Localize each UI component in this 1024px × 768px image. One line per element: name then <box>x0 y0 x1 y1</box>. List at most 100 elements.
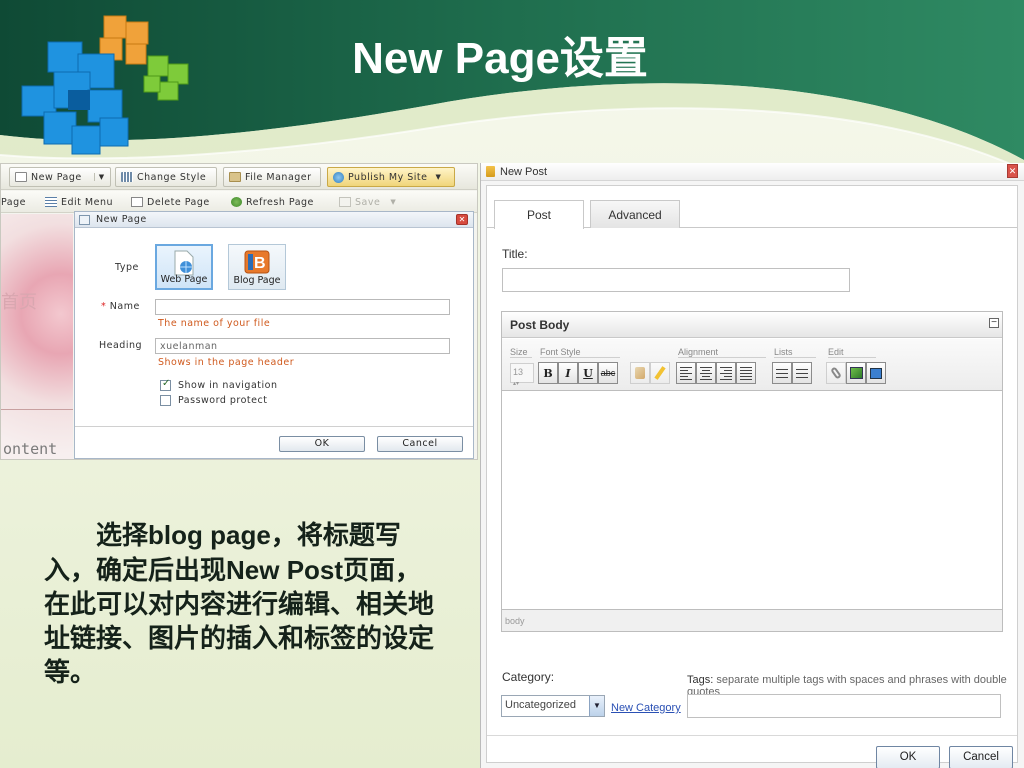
strikethrough-button[interactable]: abc <box>598 362 618 384</box>
tab-post[interactable]: Post <box>494 200 584 229</box>
chevron-down-icon: ▼ <box>390 198 397 206</box>
new-page-button[interactable]: New Page ▼ <box>9 167 111 187</box>
title-label: Title: <box>502 247 528 261</box>
menu-icon <box>45 197 57 207</box>
lists-group-label: Lists <box>774 347 816 358</box>
new-post-titlebar[interactable]: New Post <box>481 163 1024 181</box>
chevron-down-icon[interactable]: ▼ <box>589 696 604 716</box>
collapse-icon[interactable]: − <box>989 318 999 328</box>
blog-page-option[interactable]: B Blog Page <box>228 244 286 290</box>
highlight-button[interactable] <box>650 362 670 384</box>
cancel-button[interactable]: Cancel <box>377 436 463 452</box>
file-manager-button[interactable]: File Manager <box>223 167 321 187</box>
highlighter-icon <box>654 366 666 380</box>
numbered-list-button[interactable] <box>792 362 812 384</box>
slide-caption: 选择blog page，将标题写入，确定后出现New Post页面，在此可以对内… <box>44 520 435 688</box>
name-label: * Name <box>101 301 140 312</box>
font-size-select[interactable]: 13 ▴▾ <box>510 363 534 387</box>
new-page-screenshot: New Page ▼ Change Style File Manager Pub… <box>0 163 478 460</box>
close-icon[interactable]: ✕ <box>1007 164 1018 178</box>
folder-icon <box>229 172 241 182</box>
heading-hint: Shows in the page header <box>158 357 295 368</box>
new-page-icon <box>15 172 27 182</box>
underline-button[interactable]: U <box>578 362 598 384</box>
content-label: ontent <box>3 440 58 458</box>
editor-toolbar: Size Font Style Alignment Lists Edit 13 … <box>502 339 1002 391</box>
main-toolbar: New Page ▼ Change Style File Manager Pub… <box>1 164 477 190</box>
change-style-button[interactable]: Change Style <box>115 167 217 187</box>
bold-button[interactable]: B <box>538 362 558 384</box>
footer-divider <box>487 735 1017 736</box>
close-icon[interactable]: ✕ <box>456 214 468 225</box>
align-justify-button[interactable] <box>736 362 756 384</box>
align-left-icon <box>680 366 692 380</box>
image-icon <box>849 367 863 379</box>
insert-media-button[interactable] <box>866 362 886 384</box>
align-center-icon <box>700 366 712 380</box>
name-hint: The name of your file <box>158 318 271 329</box>
align-right-icon <box>720 366 732 380</box>
category-select[interactable]: Uncategorized ▼ <box>501 695 605 717</box>
save-icon <box>339 197 351 207</box>
editor-status-bar: body <box>502 609 1002 631</box>
delete-page-button[interactable]: Delete Page <box>131 193 210 211</box>
spinner-icon: ▴▾ <box>513 381 520 387</box>
italic-button[interactable]: I <box>558 362 578 384</box>
text-color-icon <box>635 367 645 379</box>
refresh-icon <box>231 197 242 207</box>
post-body-editor: Post Body − Size Font Style Alignment Li… <box>501 311 1003 632</box>
insert-image-button[interactable] <box>846 362 866 384</box>
page-preview-background: 首页 ontent <box>1 214 73 459</box>
window-title: New Post <box>500 165 548 178</box>
show-navigation-checkbox[interactable] <box>160 378 171 391</box>
page-menu-fragment[interactable]: Page <box>1 193 26 211</box>
ok-button[interactable]: OK <box>876 746 940 768</box>
web-page-option[interactable]: Web Page <box>155 244 213 290</box>
alignment-group-label: Alignment <box>678 347 766 358</box>
cancel-button[interactable]: Cancel <box>949 746 1013 768</box>
publish-site-button[interactable]: Publish My Site ▼ <box>327 167 455 187</box>
edit-menu-button[interactable]: Edit Menu <box>45 193 113 211</box>
tags-input[interactable] <box>687 694 1001 718</box>
insert-link-button[interactable] <box>826 362 846 384</box>
heading-input[interactable]: xuelanman <box>155 338 450 354</box>
heading-label: Heading <box>99 340 143 351</box>
document-icon <box>486 166 495 177</box>
title-input[interactable] <box>502 268 850 292</box>
chevron-down-icon[interactable]: ▼ <box>93 173 105 181</box>
divider <box>1 409 73 410</box>
font-style-group-label: Font Style <box>540 347 620 358</box>
style-icon <box>121 172 133 182</box>
window-icon <box>79 214 90 225</box>
dialog-titlebar[interactable]: New Page <box>75 212 473 228</box>
refresh-page-button[interactable]: Refresh Page <box>231 193 314 211</box>
align-justify-icon <box>740 366 752 380</box>
text-color-button[interactable] <box>630 362 650 384</box>
align-right-button[interactable] <box>716 362 736 384</box>
chevron-down-icon[interactable]: ▼ <box>435 173 441 181</box>
password-protect-checkbox[interactable] <box>160 395 171 406</box>
name-input[interactable] <box>155 299 450 315</box>
save-button[interactable]: Save ▼ <box>339 193 396 211</box>
align-center-button[interactable] <box>696 362 716 384</box>
type-label: Type <box>115 262 139 273</box>
bullet-list-icon <box>776 368 788 378</box>
tab-advanced[interactable]: Advanced <box>590 200 680 228</box>
post-body-header: Post Body <box>502 312 1002 338</box>
new-post-screenshot: New Post ✕ Post Advanced Title: Post Bod… <box>480 163 1024 768</box>
show-navigation-label: Show in navigation <box>178 380 278 391</box>
slide-title: New Page设置 <box>352 34 648 83</box>
globe-icon <box>333 171 344 183</box>
align-left-button[interactable] <box>676 362 696 384</box>
new-category-link[interactable]: New Category <box>611 702 681 714</box>
bullet-list-button[interactable] <box>772 362 792 384</box>
size-group-label: Size <box>510 347 532 358</box>
new-page-dialog: New Page ✕ Type Web Page B Blog Page * N… <box>74 211 474 459</box>
svg-text:B: B <box>254 255 266 272</box>
category-label: Category: <box>502 670 555 684</box>
ok-button[interactable]: OK <box>279 436 365 452</box>
delete-icon <box>131 197 143 207</box>
preview-heading-fragment: 首页 <box>1 292 37 313</box>
editor-content-area[interactable] <box>502 392 1002 608</box>
puzzle-cubes-logo <box>21 15 189 155</box>
